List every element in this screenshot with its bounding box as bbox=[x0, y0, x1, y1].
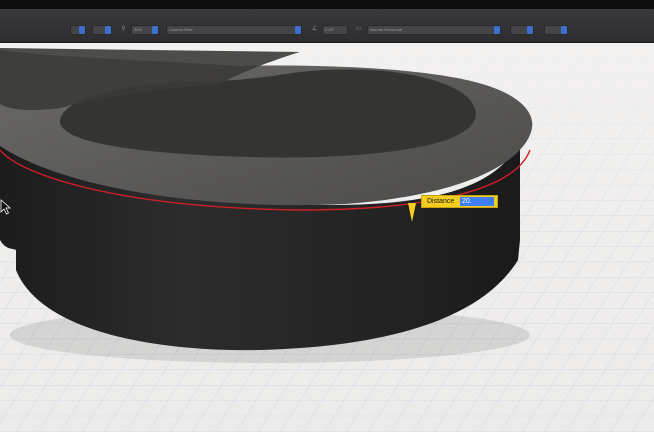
chevron-down-icon bbox=[527, 26, 533, 34]
zoom-dropdown[interactable]: 36% bbox=[131, 25, 159, 35]
pointer-cursor-icon bbox=[0, 199, 12, 215]
distance-label: Distance bbox=[427, 198, 455, 205]
toolbar-dropdown-3[interactable] bbox=[510, 25, 534, 35]
chevron-down-icon bbox=[152, 26, 158, 34]
chevron-down-icon bbox=[561, 26, 567, 34]
plane-dropdown[interactable]: Normal Horizontal bbox=[367, 25, 501, 35]
chevron-down-icon bbox=[105, 26, 111, 34]
top-toolbar: ⚲ 36% Custom View ∠ 0.00° ▭ Normal Horiz… bbox=[0, 9, 654, 43]
3d-viewport[interactable]: Distance bbox=[0, 43, 654, 432]
dimension-input-box: Distance bbox=[421, 195, 498, 208]
chevron-down-icon bbox=[295, 26, 301, 34]
chevron-down-icon bbox=[494, 26, 500, 34]
view-dropdown[interactable]: Custom View bbox=[166, 25, 302, 35]
plane-value: Normal Horizontal bbox=[370, 27, 403, 32]
distance-input[interactable] bbox=[460, 197, 494, 206]
toolbar-dropdown-1[interactable] bbox=[70, 25, 86, 35]
angle-field[interactable]: 0.00° bbox=[322, 25, 348, 35]
angle-icon[interactable]: ∠ bbox=[311, 26, 318, 33]
angle-value: 0.00° bbox=[325, 27, 335, 32]
view-value: Custom View bbox=[169, 27, 193, 32]
magnifier-icon[interactable]: ⚲ bbox=[120, 26, 127, 33]
toolbar-dropdown-4[interactable] bbox=[544, 25, 568, 35]
plane-icon[interactable]: ▭ bbox=[355, 26, 362, 33]
toolbar-dropdown-2[interactable] bbox=[92, 25, 112, 35]
window-title-bar bbox=[0, 0, 654, 9]
model-scene bbox=[0, 43, 654, 432]
zoom-value: 36% bbox=[134, 27, 143, 32]
chevron-down-icon bbox=[79, 26, 85, 34]
